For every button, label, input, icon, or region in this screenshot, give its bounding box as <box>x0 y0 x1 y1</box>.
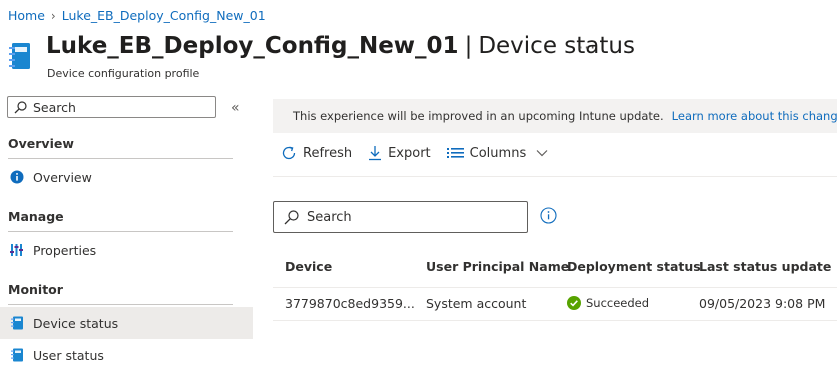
nav-section-manage: Manage <box>8 209 64 224</box>
collapse-nav-icon[interactable]: « <box>231 100 240 116</box>
export-button[interactable]: Export <box>368 145 431 161</box>
refresh-button[interactable]: Refresh <box>281 145 352 161</box>
column-header-last-update[interactable]: Last status update <box>699 259 831 274</box>
breadcrumb-profile-link[interactable]: Luke_EB_Deploy_Config_New_01 <box>62 8 266 23</box>
columns-button[interactable]: Columns <box>446 145 549 161</box>
search-icon <box>284 209 299 224</box>
nav-section-overview: Overview <box>8 136 74 151</box>
upn-cell: System account <box>426 296 527 311</box>
download-icon <box>369 146 382 161</box>
page-subtitle: Device configuration profile <box>47 67 200 80</box>
more-options-icon[interactable]: ··· <box>578 38 596 57</box>
columns-label: Columns <box>469 145 527 161</box>
chevron-down-icon <box>536 150 548 157</box>
breadcrumb: Home › Luke_EB_Deploy_Config_New_01 <box>8 8 266 23</box>
learn-more-link[interactable]: Learn more about this change. <box>672 109 837 123</box>
title-separator: | <box>464 33 473 59</box>
profile-name: Luke_EB_Deploy_Config_New_01 <box>46 33 459 59</box>
page-title: Luke_EB_Deploy_Config_New_01 | Device st… <box>46 33 635 59</box>
nav-item-label: Device status <box>33 315 119 331</box>
nav-search-box[interactable] <box>7 96 216 118</box>
nav-divider <box>8 304 233 305</box>
divider <box>273 176 837 177</box>
success-check-icon <box>567 296 581 310</box>
nav-item-label: User status <box>33 347 104 363</box>
nav-divider <box>8 158 233 159</box>
column-header-upn[interactable]: User Principal Name <box>426 259 569 274</box>
search-icon <box>14 100 27 113</box>
properties-icon <box>10 244 23 256</box>
nav-divider <box>8 231 233 232</box>
nav-item-label: Properties <box>33 242 97 258</box>
nav-search-input[interactable] <box>33 99 203 115</box>
nav-item-user-status[interactable]: User status <box>0 339 253 371</box>
notebook-icon <box>10 348 23 362</box>
info-banner: This experience will be improved in an u… <box>273 99 837 133</box>
page-name: Device status <box>478 33 635 59</box>
columns-icon <box>446 148 464 158</box>
device-search-input[interactable] <box>307 209 507 225</box>
chevron-right-icon: › <box>50 8 56 23</box>
column-header-deployment-status[interactable]: Deployment status <box>567 259 701 274</box>
table-header-divider <box>273 287 837 288</box>
column-header-device[interactable]: Device <box>285 259 332 274</box>
banner-text: This experience will be improved in an u… <box>293 109 664 123</box>
breadcrumb-home-link[interactable]: Home <box>8 8 45 23</box>
notebook-icon <box>9 43 30 69</box>
export-label: Export <box>388 145 431 161</box>
last-update-cell: 09/05/2023 9:08 PM <box>699 296 826 311</box>
command-bar: Refresh Export Columns <box>281 145 564 161</box>
info-icon[interactable] <box>540 207 557 224</box>
table-row-divider <box>273 320 837 321</box>
nav-item-label: Overview <box>33 169 92 185</box>
nav-item-overview[interactable]: Overview <box>0 161 253 193</box>
status-label: Succeeded <box>586 296 650 310</box>
notebook-icon <box>10 316 23 330</box>
nav-item-properties[interactable]: Properties <box>0 234 253 266</box>
main-search-box[interactable] <box>273 201 528 233</box>
refresh-label: Refresh <box>303 145 353 161</box>
refresh-icon <box>282 146 296 160</box>
deployment-status-cell: Succeeded <box>567 296 649 310</box>
info-icon <box>10 170 23 184</box>
nav-item-device-status[interactable]: Device status <box>0 307 253 339</box>
device-cell[interactable]: 3779870c8ed9359... <box>285 296 415 311</box>
nav-section-monitor: Monitor <box>8 282 63 297</box>
